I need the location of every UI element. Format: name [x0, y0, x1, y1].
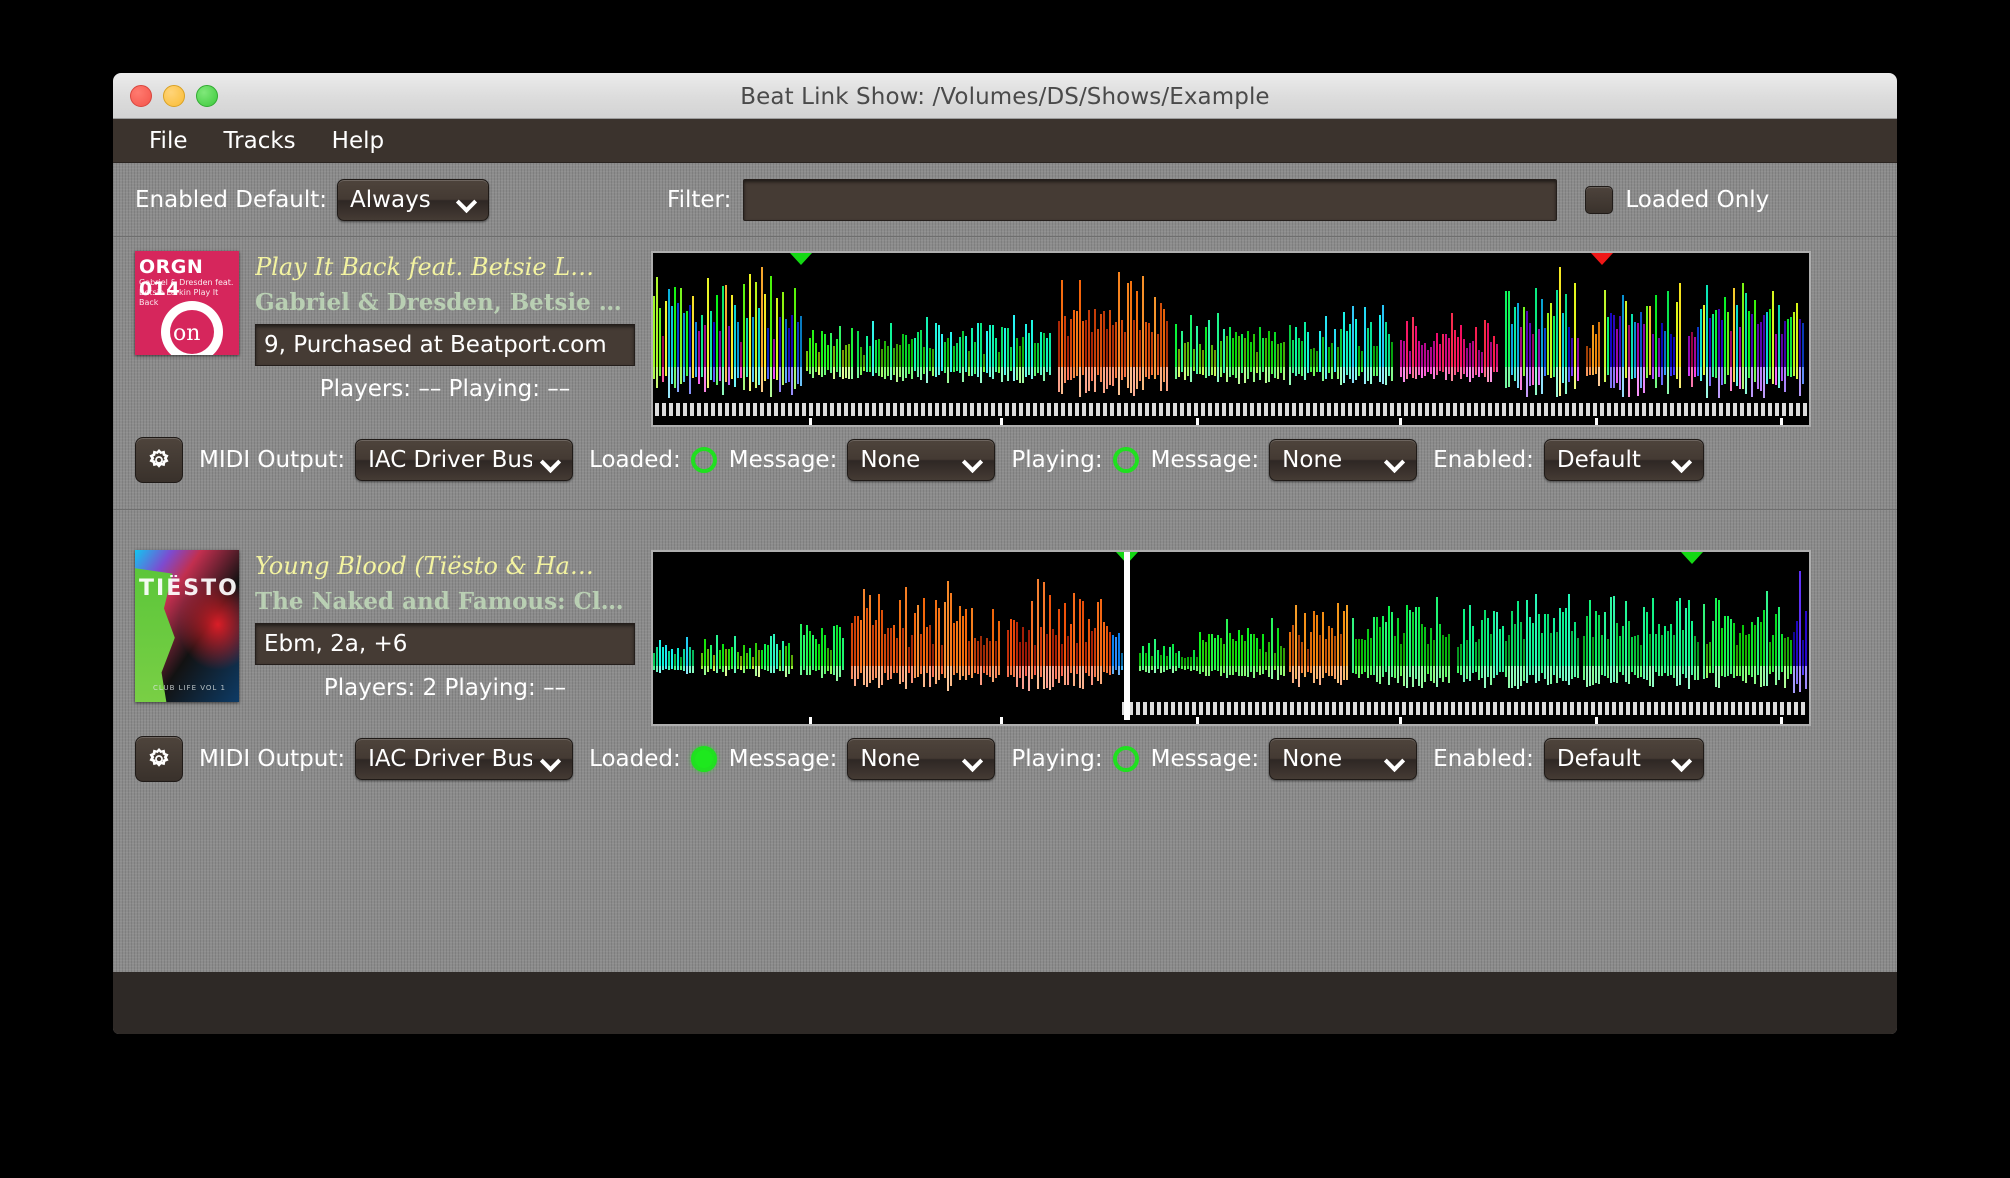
- track-metadata: Young Blood (Tiësto & Ha… The Naked and …: [255, 550, 635, 726]
- loaded-indicator: [690, 746, 717, 772]
- album-art-subtitle: CLUB LIFE VOL 1: [153, 684, 226, 692]
- loaded-only-checkbox[interactable]: [1585, 185, 1614, 214]
- album-art[interactable]: ORGN 014 Gabriel & Dresden feat. Betsie …: [135, 251, 239, 355]
- track-comment[interactable]: Ebm, 2a, +6: [255, 623, 635, 665]
- app-window: Beat Link Show: /Volumes/DS/Shows/Exampl…: [113, 73, 1897, 1034]
- midi-output-value: IAC Driver Bus 1: [368, 746, 533, 772]
- track-list: ORGN 014 Gabriel & Dresden feat. Betsie …: [113, 237, 1897, 782]
- window-titlebar[interactable]: Beat Link Show: /Volumes/DS/Shows/Exampl…: [113, 73, 1897, 119]
- track-waveform[interactable]: [651, 550, 1811, 726]
- playing-message-label: Message:: [1150, 746, 1260, 772]
- chevron-down-icon: [1386, 750, 1404, 768]
- track-comment[interactable]: 9, Purchased at Beatport.com: [255, 324, 635, 366]
- album-art-logo: on: [173, 321, 201, 346]
- chevron-down-icon: [964, 451, 982, 469]
- desktop-background: Beat Link Show: /Volumes/DS/Shows/Exampl…: [0, 0, 2010, 1178]
- enabled-default-label: Enabled Default:: [135, 186, 328, 213]
- playing-message-select[interactable]: None: [1269, 738, 1418, 780]
- playing-message-label: Message:: [1150, 447, 1260, 473]
- loaded-message-label: Message:: [728, 447, 838, 473]
- track-row: ORGN 014 Gabriel & Dresden feat. Betsie …: [113, 237, 1897, 510]
- track-midi-row: MIDI Output: IAC Driver Bus 1 Loaded: Me…: [113, 726, 1897, 782]
- waveform-cue-marker[interactable]: [1681, 552, 1704, 564]
- enabled-label: Enabled:: [1433, 746, 1534, 772]
- gear-icon[interactable]: [135, 736, 183, 782]
- midi-output-select[interactable]: IAC Driver Bus 1: [355, 439, 574, 481]
- loaded-message-label: Message:: [728, 746, 838, 772]
- waveform-beatgrid: [653, 698, 1809, 724]
- loaded-indicator: [690, 447, 717, 473]
- chevron-down-icon: [1386, 451, 1404, 469]
- waveform-beatgrid: [653, 399, 1809, 425]
- playing-indicator: [1112, 746, 1139, 772]
- track-row: TIËSTO CLUB LIFE VOL 1 Young Blood (Tiës…: [113, 536, 1897, 782]
- window-title: Beat Link Show: /Volumes/DS/Shows/Exampl…: [740, 84, 1270, 110]
- track-metadata: Play It Back feat. Betsie L… Gabriel & D…: [255, 251, 635, 427]
- playing-message-value: None: [1282, 447, 1343, 473]
- midi-output-label: MIDI Output:: [199, 447, 346, 473]
- chevron-down-icon: [1673, 451, 1691, 469]
- playing-label: Playing:: [1011, 447, 1103, 473]
- chevron-down-icon: [542, 451, 560, 469]
- menu-help[interactable]: Help: [314, 125, 402, 157]
- enabled-value: Default: [1556, 746, 1641, 772]
- menu-file[interactable]: File: [131, 125, 206, 157]
- album-art-title: TIËSTO: [139, 576, 239, 601]
- track-status: Players: –– Playing: ––: [319, 376, 571, 402]
- track-waveform[interactable]: [651, 251, 1811, 427]
- filter-label: Filter:: [667, 186, 732, 213]
- enabled-label: Enabled:: [1433, 447, 1534, 473]
- waveform-cue-marker[interactable]: [789, 253, 812, 265]
- menu-bar: File Tracks Help: [113, 119, 1897, 163]
- track-midi-row: MIDI Output: IAC Driver Bus 1 Loaded: Me…: [113, 427, 1897, 483]
- waveform-playhead[interactable]: [1123, 552, 1130, 720]
- gear-icon[interactable]: [135, 437, 183, 483]
- loaded-label: Loaded:: [589, 746, 681, 772]
- track-title: Young Blood (Tiësto & Ha…: [255, 552, 594, 580]
- track-artist: The Naked and Famous: Cl…: [255, 588, 624, 615]
- window-footer: [113, 972, 1897, 1034]
- loaded-label: Loaded:: [589, 447, 681, 473]
- loaded-message-select[interactable]: None: [847, 738, 996, 780]
- midi-output-label: MIDI Output:: [199, 746, 346, 772]
- chevron-down-icon: [458, 191, 476, 209]
- track-title: Play It Back feat. Betsie L…: [255, 253, 595, 281]
- track-divider: [113, 509, 1897, 510]
- enabled-value: Default: [1556, 447, 1641, 473]
- loaded-message-value: None: [860, 746, 921, 772]
- window-body: Enabled Default: Always Filter: Loaded O…: [113, 163, 1897, 1034]
- chevron-down-icon: [1673, 750, 1691, 768]
- enabled-default-select[interactable]: Always: [337, 178, 490, 221]
- filter-toolbar: Enabled Default: Always Filter: Loaded O…: [113, 163, 1897, 237]
- playing-message-value: None: [1282, 746, 1343, 772]
- chevron-down-icon: [542, 750, 560, 768]
- loaded-message-value: None: [860, 447, 921, 473]
- track-status: Players: 2 Playing: ––: [323, 675, 567, 701]
- chevron-down-icon: [964, 750, 982, 768]
- playing-message-select[interactable]: None: [1269, 439, 1418, 481]
- enabled-default-value: Always: [350, 186, 431, 213]
- midi-output-value: IAC Driver Bus 1: [368, 447, 533, 473]
- playing-label: Playing:: [1011, 746, 1103, 772]
- waveform-cue-marker[interactable]: [1591, 253, 1614, 265]
- filter-input[interactable]: [743, 178, 1558, 221]
- midi-output-select[interactable]: IAC Driver Bus 1: [355, 738, 574, 780]
- enabled-select[interactable]: Default: [1543, 738, 1704, 780]
- playing-indicator: [1112, 447, 1139, 473]
- track-artist: Gabriel & Dresden, Betsie …: [255, 289, 622, 316]
- loaded-only-label: Loaded Only: [1625, 186, 1770, 213]
- enabled-select[interactable]: Default: [1543, 439, 1704, 481]
- album-art[interactable]: TIËSTO CLUB LIFE VOL 1: [135, 550, 239, 702]
- loaded-message-select[interactable]: None: [847, 439, 996, 481]
- menu-tracks[interactable]: Tracks: [206, 125, 314, 157]
